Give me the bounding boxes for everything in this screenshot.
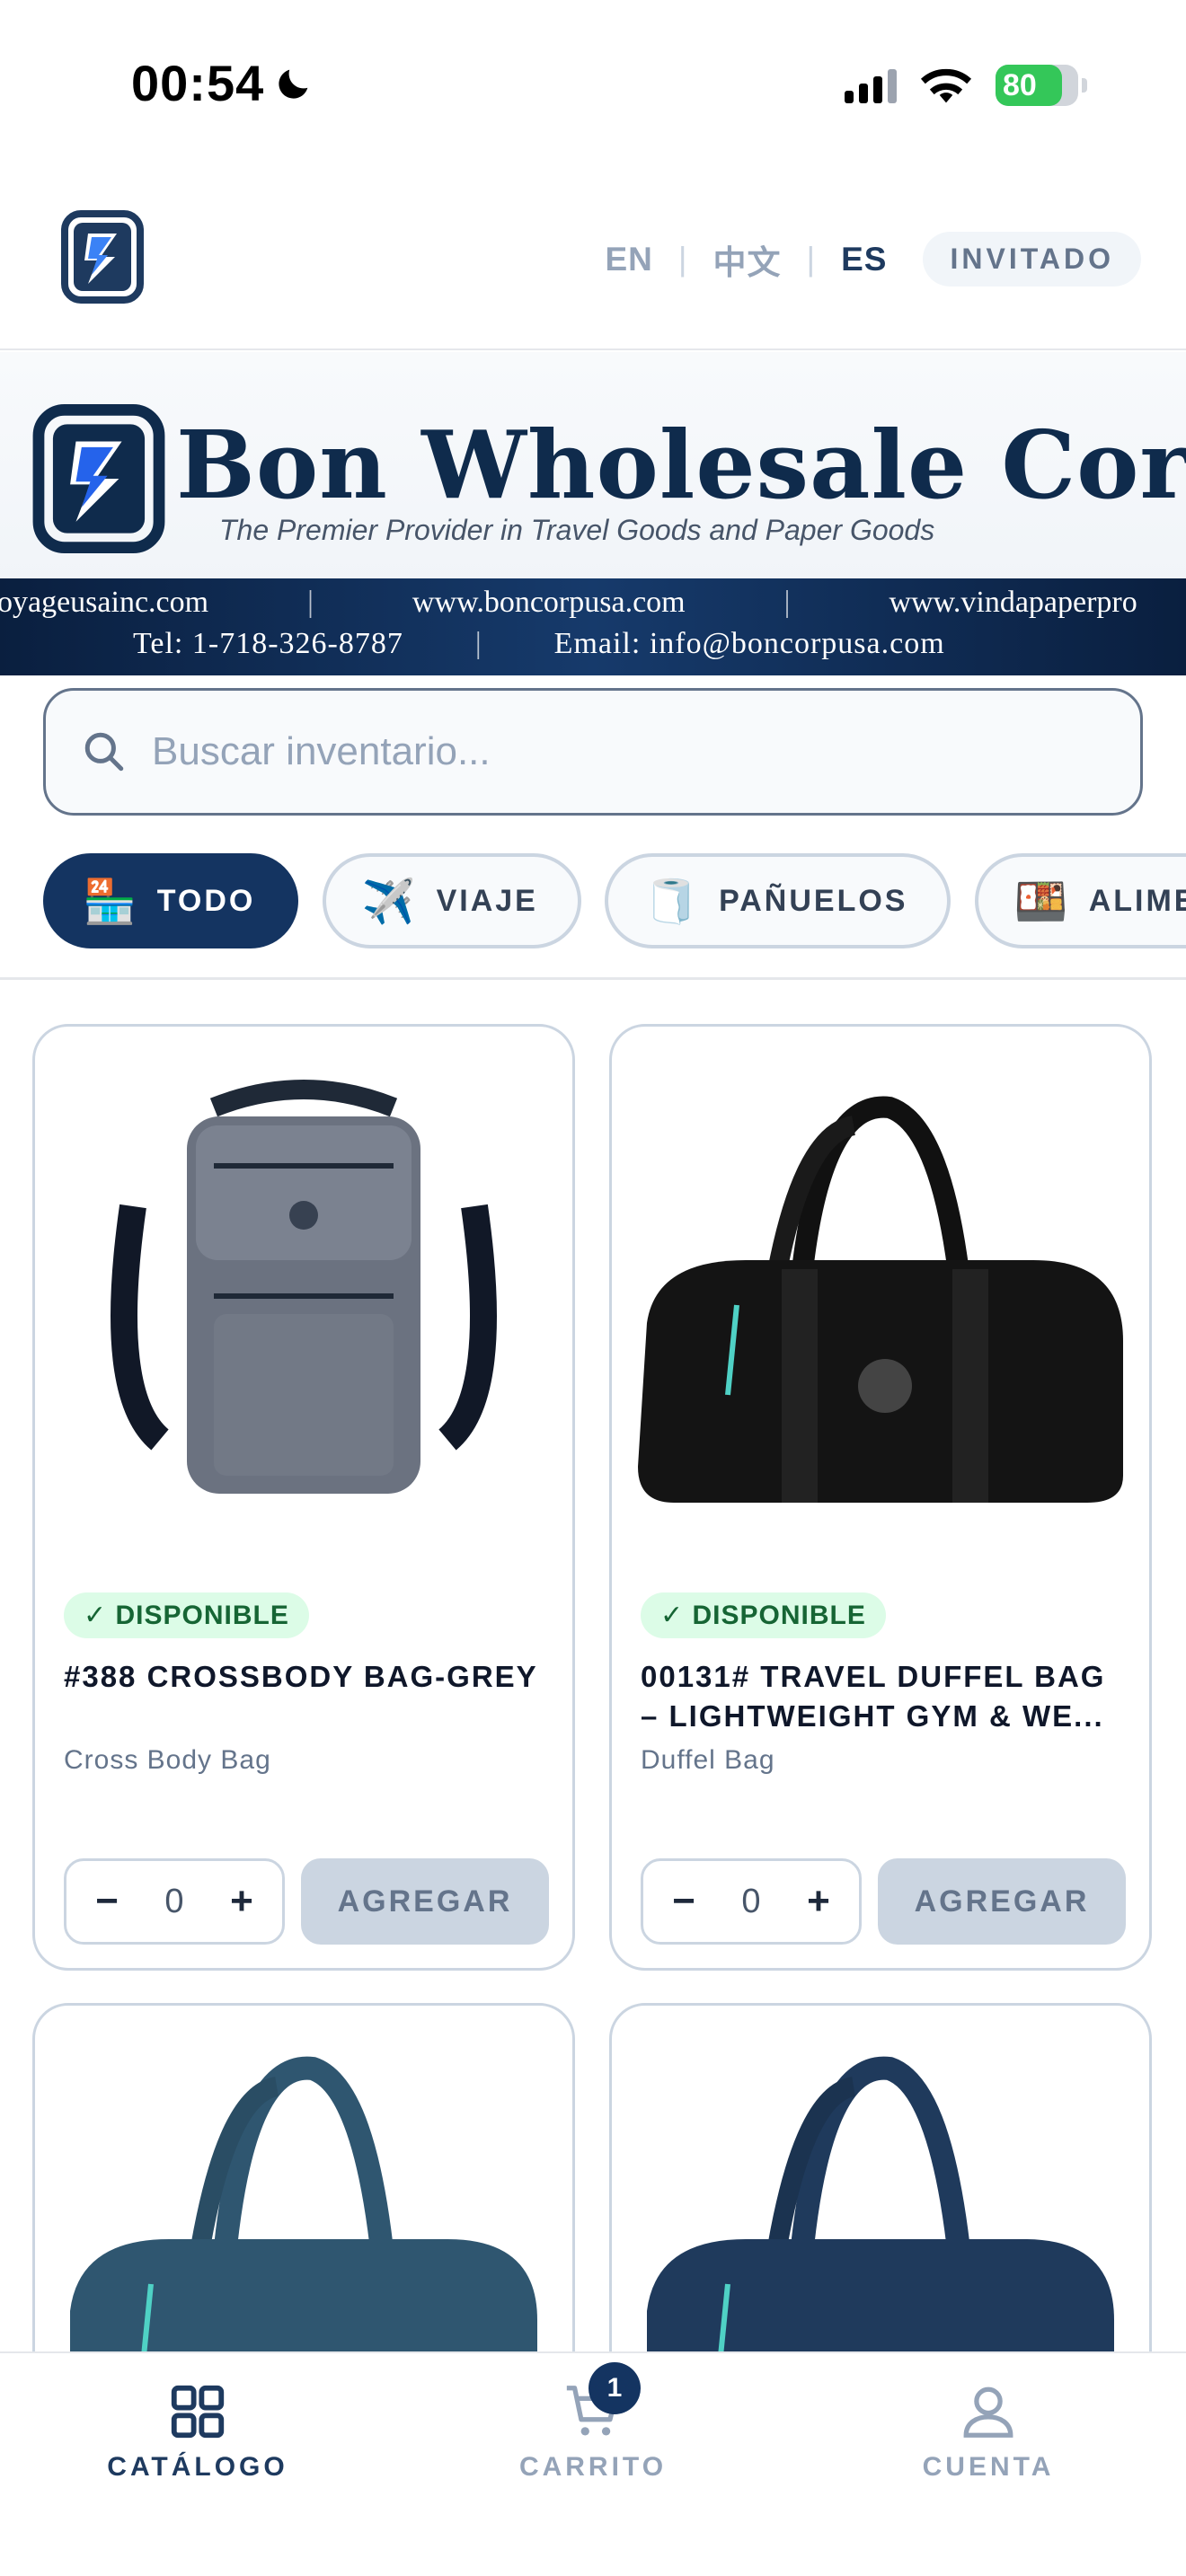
time-text: 00:54 [131, 55, 265, 111]
category-label: TODO [156, 883, 256, 918]
language-switcher: EN | 中文 | ES INVITADO [597, 232, 1141, 287]
cart-icon-wrapper: 1 [562, 2362, 641, 2443]
availability-badge: ✓ DISPONIBLE [641, 1592, 886, 1638]
banner-title: Bon Wholesale Corp [176, 410, 1186, 520]
product-card[interactable] [32, 2003, 575, 2353]
quantity-value[interactable]: 0 [164, 1883, 183, 1921]
category-todo[interactable]: 🏪 TODO [43, 853, 299, 948]
category-label: VIAJE [436, 883, 538, 918]
product-category: Duffel Bag [641, 1745, 775, 1775]
duffel-bag-teal-image [70, 2056, 537, 2353]
product-image[interactable] [612, 2006, 1149, 2353]
product-image[interactable] [35, 1027, 572, 1566]
category-panuelos[interactable]: 🧻 PAÑUELOS [605, 853, 951, 948]
search-icon [84, 732, 124, 772]
contact-strip: voyageusainc.com | www.boncorpusa.com | … [0, 578, 1186, 675]
product-category: Cross Body Bag [64, 1745, 271, 1775]
product-card[interactable] [609, 2003, 1152, 2353]
status-indicators: 80 [845, 65, 1087, 106]
website-1: voyageusainc.com [0, 586, 209, 619]
duffel-bag-image [638, 1096, 1123, 1503]
battery-icon: 80 [996, 65, 1087, 106]
moon-icon [279, 69, 308, 99]
lang-divider: | [677, 240, 688, 278]
quantity-stepper: − 0 + [64, 1858, 285, 1945]
product-image[interactable] [35, 2006, 572, 2353]
product-card[interactable]: ✓ DISPONIBLE #388 CROSSBODY BAG-GREY Cro… [32, 1024, 575, 1971]
search-bar[interactable] [43, 688, 1143, 816]
lang-es[interactable]: ES [834, 241, 894, 278]
company-banner: Bon Wholesale Corp The Premier Provider … [0, 352, 1186, 675]
tissue-roll-icon: 🧻 [644, 878, 702, 926]
nav-account[interactable]: CUENTA [854, 2380, 1123, 2483]
grid-icon [171, 2385, 225, 2439]
search-input[interactable] [152, 729, 1050, 774]
add-to-cart-button[interactable]: AGREGAR [878, 1858, 1126, 1945]
brand-logo-icon[interactable] [61, 210, 144, 304]
increment-button[interactable]: + [796, 1879, 841, 1924]
bento-box-icon: 🍱 [1013, 878, 1071, 926]
cellular-signal-icon [845, 67, 897, 103]
user-icon [963, 2386, 1013, 2438]
duffel-bag-navy-image [647, 2056, 1114, 2353]
category-filter-bar: 🏪 TODO ✈️ VIAJE 🧻 PAÑUELOS 🍱 ALIMEN [43, 853, 1186, 952]
product-title[interactable]: #388 CROSSBODY BAG-GREY [64, 1657, 549, 1697]
nav-account-label: CUENTA [922, 2452, 1055, 2482]
status-bar: 00:54 80 [0, 0, 1186, 171]
website-3: www.vindapaperpro [889, 586, 1137, 619]
category-label: PAÑUELOS [719, 883, 908, 918]
nav-cart-label: CARRITO [518, 2452, 668, 2482]
nav-catalog-label: CATÁLOGO [107, 2452, 288, 2482]
phone-text: Tel: 1-718-326-8787 [133, 627, 403, 660]
bottom-navigation: CATÁLOGO 1 CARRITO CUENTA [0, 2351, 1186, 2576]
increment-button[interactable]: + [219, 1879, 264, 1924]
store-icon: 🏪 [83, 878, 139, 926]
category-alimentos[interactable]: 🍱 ALIMEN [974, 853, 1186, 948]
guest-button[interactable]: INVITADO [923, 232, 1141, 287]
category-viaje[interactable]: ✈️ VIAJE [322, 853, 581, 948]
divider [0, 977, 1186, 980]
product-title[interactable]: 00131# TRAVEL DUFFEL BAG – LIGHTWEIGHT G… [641, 1657, 1126, 1736]
decrement-button[interactable]: − [661, 1879, 706, 1924]
banner-logo-icon [32, 404, 165, 553]
product-image[interactable] [612, 1027, 1149, 1566]
product-grid: ✓ DISPONIBLE #388 CROSSBODY BAG-GREY Cro… [32, 1024, 1154, 2353]
category-label: ALIMEN [1088, 883, 1186, 918]
quantity-stepper: − 0 + [641, 1858, 862, 1945]
decrement-button[interactable]: − [84, 1879, 129, 1924]
add-to-cart-button[interactable]: AGREGAR [301, 1858, 549, 1945]
email-text: Email: info@boncorpusa.com [553, 627, 945, 660]
strip-divider: | [474, 627, 482, 660]
availability-badge: ✓ DISPONIBLE [64, 1592, 309, 1638]
website-2: www.boncorpusa.com [412, 586, 686, 619]
battery-level: 80 [1003, 67, 1037, 102]
quantity-value[interactable]: 0 [741, 1883, 760, 1921]
cart-count-badge: 1 [589, 2362, 641, 2414]
banner-tagline: The Premier Provider in Travel Goods and… [219, 514, 935, 546]
status-time: 00:54 [131, 54, 314, 112]
strip-divider: | [783, 586, 791, 619]
app-header: EN | 中文 | ES INVITADO [0, 171, 1186, 350]
lang-divider: | [806, 240, 817, 278]
airplane-icon: ✈️ [361, 878, 419, 926]
lang-en[interactable]: EN [597, 241, 659, 278]
wifi-icon [920, 68, 972, 103]
nav-catalog[interactable]: CATÁLOGO [63, 2380, 332, 2483]
strip-divider: | [307, 586, 314, 619]
nav-cart[interactable]: 1 CARRITO [458, 2362, 728, 2483]
crossbody-bag-image [111, 1080, 497, 1494]
lang-zh[interactable]: 中文 [706, 235, 789, 284]
product-card[interactable]: ✓ DISPONIBLE 00131# TRAVEL DUFFEL BAG – … [609, 1024, 1152, 1971]
